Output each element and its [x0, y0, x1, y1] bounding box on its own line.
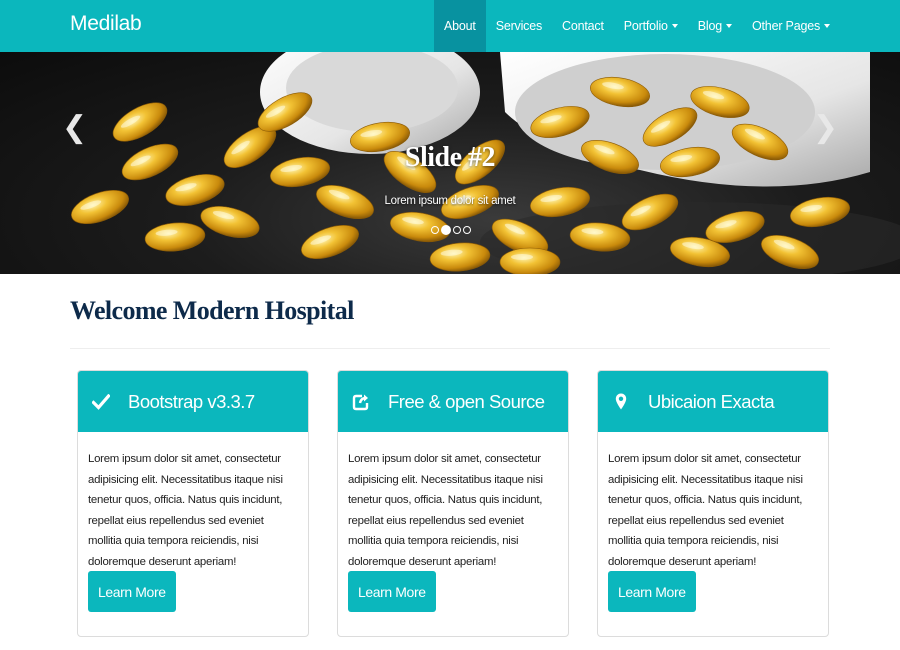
- carousel-indicator[interactable]: [441, 225, 451, 235]
- navbar: Medilab About Services Contact Portfolio…: [0, 0, 900, 52]
- learn-more-button[interactable]: Learn More: [88, 571, 176, 612]
- caret-down-icon: [824, 24, 830, 28]
- nav-other-pages-dropdown[interactable]: Other Pages: [742, 0, 840, 52]
- card-title: Bootstrap v3.3.7: [128, 390, 255, 412]
- carousel-indicator[interactable]: [463, 226, 471, 234]
- nav-services-label: Services: [495, 19, 543, 33]
- hero-carousel: ❮ ❯ Slide #2 Lorem ipsum dolor sit amet: [0, 52, 900, 274]
- slide-title: Slide #2: [404, 142, 496, 173]
- main-nav: About Services Contact Portfolio Blog Ot…: [434, 0, 840, 52]
- card-header: Ubicaion Exacta: [598, 371, 828, 432]
- nav-contact[interactable]: Contact: [552, 0, 614, 52]
- share-square-icon: [350, 393, 372, 411]
- divider: [70, 348, 830, 349]
- nav-portfolio-label: Portfolio: [623, 19, 668, 33]
- nav-about[interactable]: About: [434, 0, 486, 52]
- map-marker-icon: [610, 393, 632, 411]
- nav-contact-label: Contact: [562, 19, 604, 33]
- caret-down-icon: [671, 24, 678, 28]
- slide-caption: Lorem ipsum dolor sit amet: [384, 195, 516, 207]
- learn-more-button[interactable]: Learn More: [608, 571, 696, 612]
- caret-down-icon: [726, 24, 733, 28]
- card-title: Free & open Source: [388, 390, 545, 412]
- card-text: Lorem ipsum dolor sit amet, consectetur …: [608, 453, 803, 568]
- card-title: Ubicaion Exacta: [648, 390, 775, 412]
- carousel-indicators: [431, 225, 471, 235]
- carousel-indicator[interactable]: [453, 226, 461, 234]
- carousel-indicator[interactable]: [431, 226, 439, 234]
- nav-other-pages-label: Other Pages: [752, 19, 820, 33]
- nav-blog-label: Blog: [697, 19, 723, 33]
- nav-portfolio-dropdown[interactable]: Portfolio: [614, 0, 688, 52]
- page-heading: Welcome Modern Hospital: [70, 296, 354, 325]
- nav-about-label: About: [444, 19, 476, 33]
- card-text: Lorem ipsum dolor sit amet, consectetur …: [88, 453, 283, 568]
- carousel-next-button[interactable]: ❯: [813, 110, 838, 145]
- nav-services[interactable]: Services: [486, 0, 552, 52]
- feature-card-bootstrap: Bootstrap v3.3.7 Lorem ipsum dolor sit a…: [77, 370, 309, 637]
- brand-logo[interactable]: Medilab: [70, 12, 142, 36]
- check-icon: [90, 393, 112, 410]
- nav-blog-dropdown[interactable]: Blog: [688, 0, 742, 52]
- card-header: Free & open Source: [338, 371, 568, 432]
- carousel-prev-button[interactable]: ❮: [62, 110, 87, 145]
- card-text: Lorem ipsum dolor sit amet, consectetur …: [348, 453, 543, 568]
- learn-more-button[interactable]: Learn More: [348, 571, 436, 612]
- feature-card-location: Ubicaion Exacta Lorem ipsum dolor sit am…: [597, 370, 829, 637]
- card-header: Bootstrap v3.3.7: [78, 371, 308, 432]
- feature-card-open-source: Free & open Source Lorem ipsum dolor sit…: [337, 370, 569, 637]
